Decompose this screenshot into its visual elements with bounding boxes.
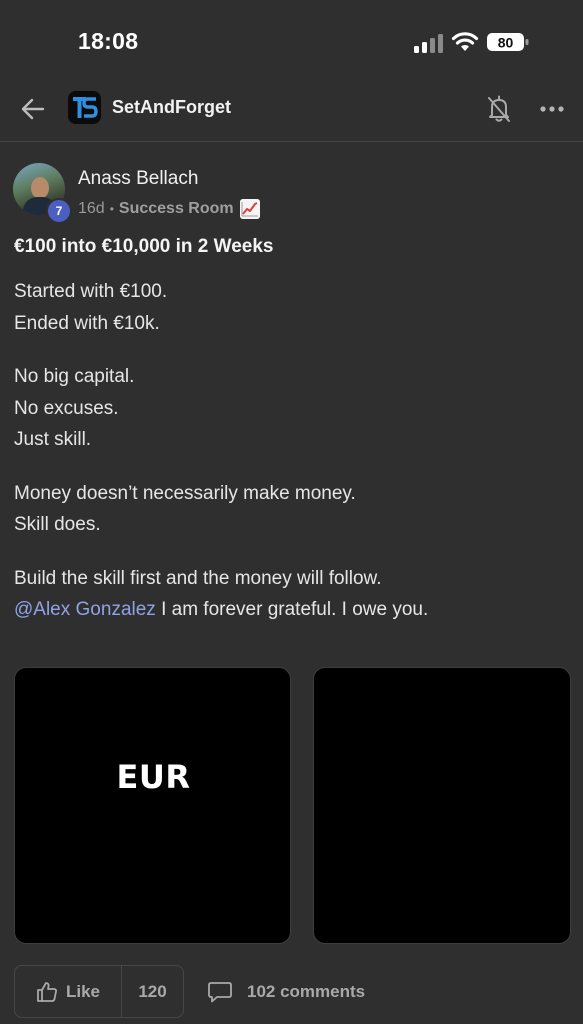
post-category[interactable]: Success Room [119,200,234,218]
text-line: Ended with €10k. [14,312,160,334]
meta-separator: • [109,202,114,216]
author-level-badge: 7 [46,198,72,224]
avatar-face [31,177,49,199]
back-arrow-icon [21,98,45,120]
chart-increasing-icon [239,199,260,219]
like-group: Like 120 [14,965,184,1018]
text-line: I am forever grateful. I owe you. [155,599,429,620]
post-title: €100 into €10,000 in 2 Weeks [14,236,274,257]
text-line: Just skill. [14,429,92,450]
group-logo-icon [68,91,101,124]
wifi-icon [451,32,479,51]
bell-muted-icon [488,95,510,122]
group-name[interactable]: SetAndForget [112,97,231,118]
text-line: Skill does. [14,514,101,535]
group-logo[interactable] [68,91,101,124]
text-line: Money doesn’t necessarily make money. [14,482,356,504]
more-dots-icon [540,106,564,112]
text-line: No big capital. [14,366,135,387]
post-meta: 16d • Success Room [78,199,260,219]
comments-label: 102 comments [247,982,366,1001]
author-name[interactable]: Anass Bellach [78,168,198,190]
media-thumbnail[interactable]: EUR [14,667,291,944]
battery-icon: 80 [487,33,529,51]
text-line: No excuses. [14,397,119,419]
like-count[interactable]: 120 [122,966,183,1017]
paragraph: No big capital. No excuses. Just skill. [14,361,569,456]
paragraph: Build the skill first and the money will… [14,563,569,626]
text-line: Started with €100. [14,281,168,302]
like-label: Like [65,981,101,1001]
text-line: Build the skill first and the money will… [14,567,382,589]
thumbs-up-icon [37,981,57,1002]
post-age: 16d [78,200,105,217]
media-thumbnail[interactable] [313,667,571,944]
paragraph: Money doesn’t necessarily make money. Sk… [14,478,569,541]
comment-bubble-icon [208,982,232,1003]
status-time: 18:08 [78,28,139,54]
notification-bell-button[interactable] [485,94,513,124]
comments-button[interactable]: 102 comments [207,978,365,1006]
like-button[interactable]: Like [15,966,122,1017]
user-mention-link[interactable]: @Alex Gonzalez [14,599,156,620]
paragraph: Started with €100. Ended with €10k. [14,276,569,339]
battery-level: 80 [498,35,514,51]
group-header: SetAndForget [0,82,583,142]
cellular-signal-icon [414,34,443,53]
post-body: Started with €100. Ended with €10k. No b… [14,276,569,648]
status-bar: 18:08 80 [0,0,583,82]
more-options-button[interactable] [537,96,567,122]
back-button[interactable] [18,94,48,124]
media-label: EUR [116,758,191,796]
